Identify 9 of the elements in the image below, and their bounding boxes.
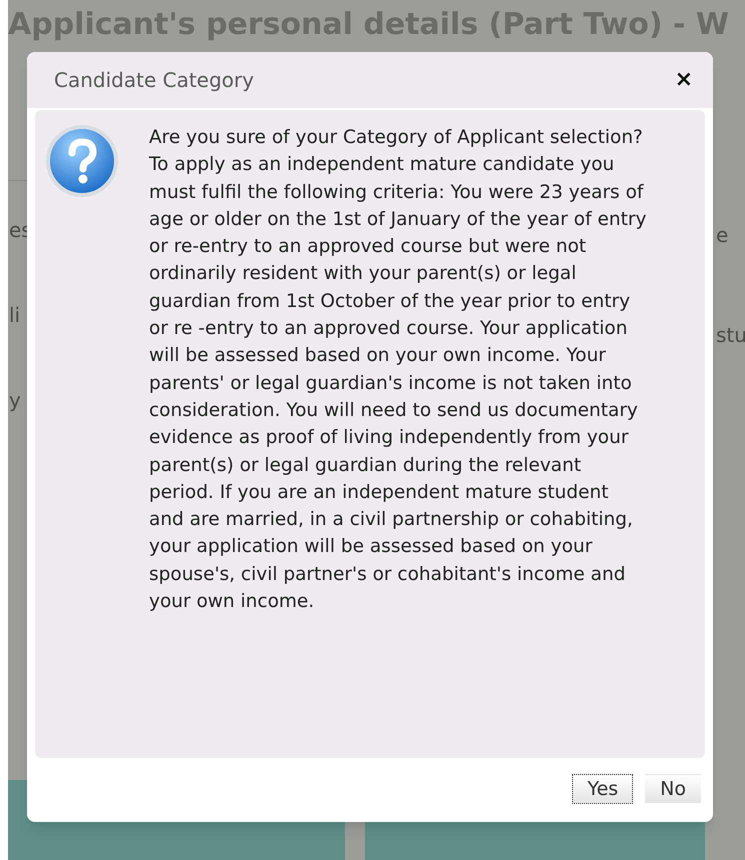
- dialog-button[interactable]: No: [645, 774, 701, 804]
- confirmation-message: Are you sure of your Category of Applicant selection? To apply as an independent mature candidate you must fulfil the following criteria: You were 23 years of age or older on the 1st of January of the year of entry or re-entry to an approved course but were not ordinarily resident with your parent(s) or legal guardian from 1st October of the year prior to entry or re -entry to an approved course. Your application will be assessed based on your own income. Your parents' or legal guardian's income is not taken into consideration. You will need to send us documentary evidence as proof of living independently from your parent(s) or legal guardian during the relevant period. If you are an independent mature student and are married, in a civil partnership or cohabiting, your application will be assessed based on your spouse's, civil partner's or cohabitant's income and your own income.: [149, 126, 647, 614]
- partial-label: e: [716, 222, 730, 249]
- dialog-button[interactable]: Yes: [572, 774, 634, 804]
- dialog-title: Candidate Category: [54, 67, 254, 94]
- partial-label: li: [9, 302, 22, 329]
- close-button[interactable]: ×: [674, 69, 693, 91]
- partial-label: stu: [716, 322, 745, 349]
- partial-label: y: [9, 387, 22, 414]
